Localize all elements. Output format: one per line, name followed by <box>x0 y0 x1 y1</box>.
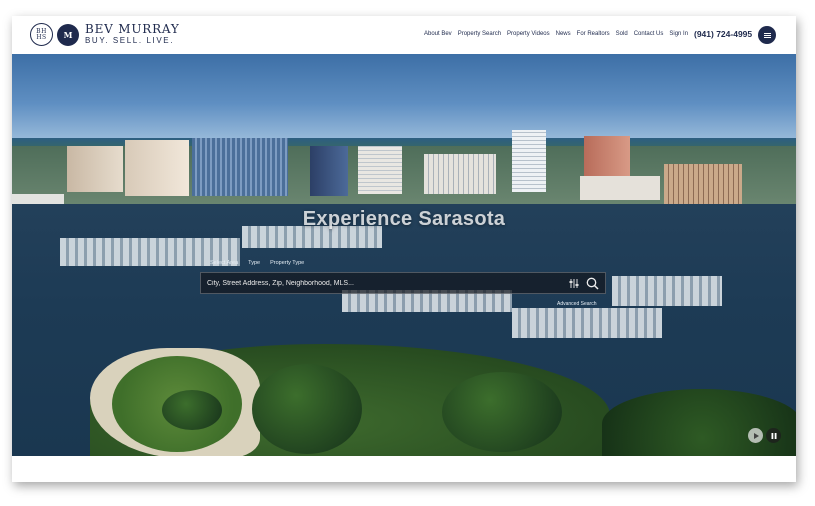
shore-trees <box>602 389 796 456</box>
building <box>67 146 123 192</box>
type-dropdown[interactable]: Type <box>248 260 260 266</box>
hamburger-menu-icon <box>763 32 771 38</box>
nav-news[interactable]: News <box>556 31 571 37</box>
nav-sign-in[interactable]: Sign In <box>669 31 688 37</box>
building <box>512 130 546 192</box>
building <box>358 146 402 194</box>
bhhs-line2: HS <box>36 33 47 41</box>
building <box>424 154 496 194</box>
hero-title: Experience Sarasota <box>302 208 506 230</box>
building <box>125 140 189 196</box>
building <box>580 176 660 200</box>
marina-docks <box>612 276 722 306</box>
search-tabs: Select Area Type Property Type <box>210 260 304 266</box>
logo[interactable]: BH HS M BEV MURRAY BUY. SELL. LIVE. <box>30 23 180 46</box>
brand: BEV MURRAY BUY. SELL. LIVE. <box>85 23 180 46</box>
select-area-dropdown[interactable]: Select Area <box>210 260 238 266</box>
pause-button[interactable] <box>766 428 781 443</box>
video-controls <box>748 428 781 443</box>
search-icon[interactable] <box>586 277 599 290</box>
pause-icon <box>771 432 776 439</box>
nav-sold[interactable]: Sold <box>616 31 628 37</box>
play-icon <box>753 432 759 439</box>
building <box>192 138 288 196</box>
phone-number[interactable]: (941) 724-4995 <box>694 29 752 39</box>
brand-name: BEV MURRAY <box>85 22 180 36</box>
tree-cluster <box>162 390 222 430</box>
nav-about-bev[interactable]: About Bev <box>424 31 452 37</box>
nav-property-search[interactable]: Property Search <box>458 31 501 37</box>
browser-frame: BH HS M BEV MURRAY BUY. SELL. LIVE. Abou… <box>12 16 796 482</box>
site-header: BH HS M BEV MURRAY BUY. SELL. LIVE. Abou… <box>12 16 796 54</box>
play-button[interactable] <box>748 428 763 443</box>
nav-contact-us[interactable]: Contact Us <box>634 31 664 37</box>
hero-sky <box>12 54 796 144</box>
building <box>310 146 348 196</box>
monogram-icon: M <box>57 23 79 46</box>
monogram-letter: M <box>63 29 73 40</box>
brand-tagline: BUY. SELL. LIVE. <box>85 36 175 45</box>
building <box>664 164 742 204</box>
main-nav: About Bev Property Search Property Video… <box>424 31 688 37</box>
menu-button[interactable] <box>758 26 776 44</box>
tree-cluster <box>252 364 362 454</box>
search-input[interactable] <box>207 277 563 290</box>
hero-section: Experience Sarasota Select Area Type Pro… <box>12 54 796 456</box>
advanced-search-link[interactable]: Advanced Search <box>557 301 596 307</box>
nav-for-realtors[interactable]: For Realtors <box>577 31 610 37</box>
filter-icon[interactable] <box>569 278 579 289</box>
nav-property-videos[interactable]: Property Videos <box>507 31 550 37</box>
bhhs-logo-icon: BH HS <box>30 23 53 46</box>
search-bar <box>200 272 606 294</box>
property-type-dropdown[interactable]: Property Type <box>270 260 304 266</box>
tree-cluster <box>442 372 562 452</box>
marina-docks <box>512 308 662 338</box>
